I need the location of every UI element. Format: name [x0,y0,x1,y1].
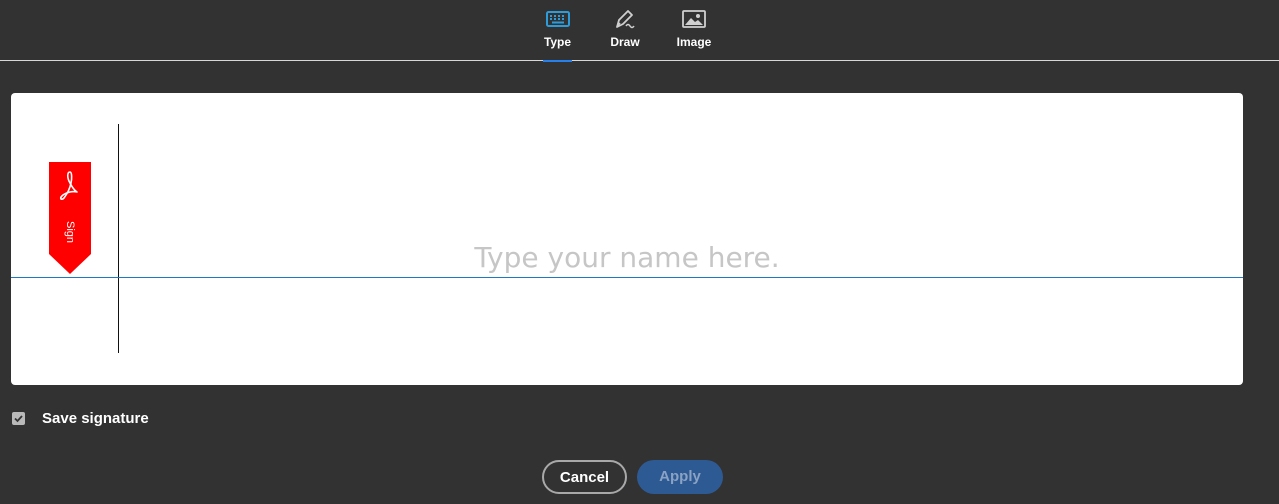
save-signature-label: Save signature [42,409,149,427]
tab-type-label: Type [543,35,572,49]
sign-badge-label: Sign [64,220,76,244]
signature-baseline [11,277,1243,278]
tab-image-label: Image [676,35,712,49]
tab-draw[interactable]: Draw [607,0,643,61]
tab-image[interactable]: Image [674,0,714,61]
tab-draw-label: Draw [610,35,640,49]
signature-start-line [118,124,119,353]
signature-panel: Sign [11,93,1243,385]
save-signature-row: Save signature [12,408,149,428]
signature-mode-tabs: Type Draw Image [0,0,1279,62]
tab-type[interactable]: Type [543,0,572,62]
image-icon [682,10,706,28]
apply-button[interactable]: Apply [637,460,723,494]
active-tab-indicator [543,60,572,62]
checkmark-icon [14,414,23,422]
signature-name-input[interactable] [121,237,1133,277]
pen-icon [616,10,635,29]
save-signature-checkbox[interactable] [12,411,25,425]
cancel-button[interactable]: Cancel [542,460,627,494]
keyboard-icon [545,11,570,27]
